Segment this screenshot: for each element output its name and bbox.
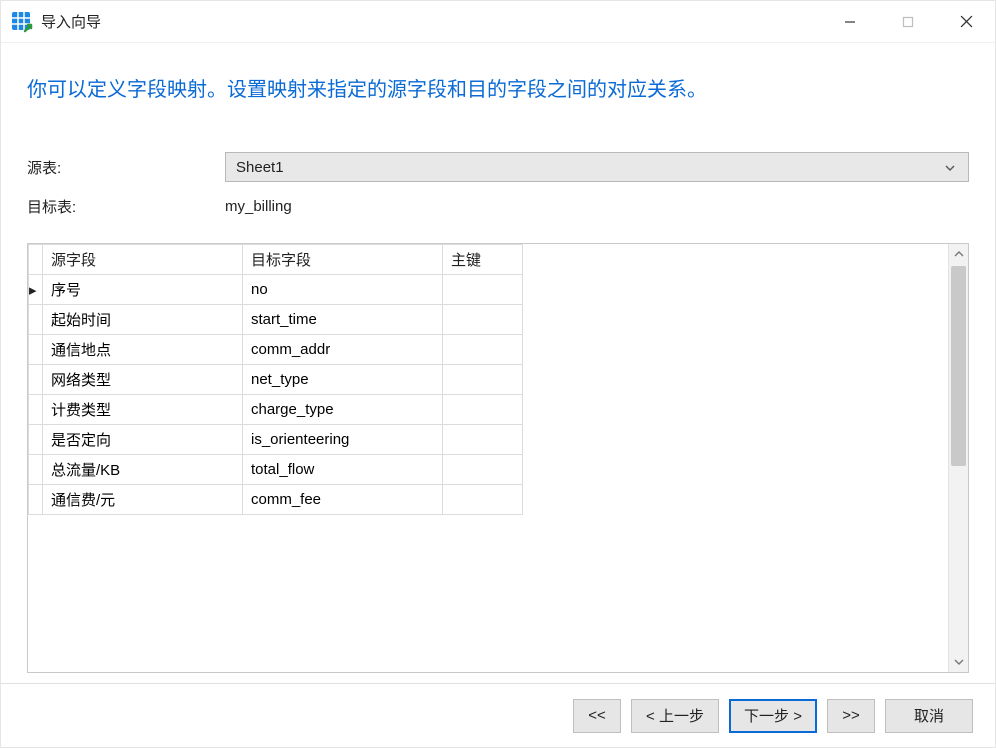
source-field-cell[interactable]: 是否定向 [43, 425, 243, 455]
wizard-footer: << < 上一步 下一步 > >> 取消 [1, 683, 995, 747]
pk-cell[interactable] [443, 305, 523, 335]
close-button[interactable] [937, 1, 995, 43]
source-field-cell[interactable]: 起始时间 [43, 305, 243, 335]
titlebar: 导入向导 [1, 1, 995, 43]
scroll-up-icon[interactable] [949, 244, 968, 264]
row-marker [29, 485, 43, 515]
source-field-cell[interactable]: 网络类型 [43, 365, 243, 395]
mapping-table-container: 源字段 目标字段 主键 ▸序号no起始时间start_time通信地点comm_… [27, 243, 969, 673]
source-field-cell[interactable]: 通信费/元 [43, 485, 243, 515]
maximize-button [879, 1, 937, 43]
vertical-scrollbar[interactable] [948, 244, 968, 672]
row-marker [29, 425, 43, 455]
source-field-cell[interactable]: 序号 [43, 275, 243, 305]
mapping-table: 源字段 目标字段 主键 ▸序号no起始时间start_time通信地点comm_… [28, 244, 523, 515]
target-field-cell[interactable]: comm_fee [243, 485, 443, 515]
table-header-row: 源字段 目标字段 主键 [29, 245, 523, 275]
row-marker: ▸ [29, 275, 43, 305]
table-row[interactable]: 通信费/元comm_fee [29, 485, 523, 515]
source-table-dropdown[interactable]: Sheet1 [225, 152, 969, 182]
window-title: 导入向导 [41, 11, 101, 32]
pk-cell[interactable] [443, 455, 523, 485]
header-target[interactable]: 目标字段 [243, 245, 443, 275]
source-field-cell[interactable]: 通信地点 [43, 335, 243, 365]
table-row[interactable]: 通信地点comm_addr [29, 335, 523, 365]
source-table-label: 源表: [27, 157, 225, 178]
pk-cell[interactable] [443, 395, 523, 425]
row-marker [29, 455, 43, 485]
instruction-text: 你可以定义字段映射。设置映射来指定的源字段和目的字段之间的对应关系。 [27, 73, 969, 102]
row-marker [29, 305, 43, 335]
table-row[interactable]: 网络类型net_type [29, 365, 523, 395]
target-table-row: 目标表: my_billing [27, 196, 969, 217]
target-field-cell[interactable]: is_orienteering [243, 425, 443, 455]
target-field-cell[interactable]: charge_type [243, 395, 443, 425]
header-source[interactable]: 源字段 [43, 245, 243, 275]
chevron-down-icon [942, 160, 958, 174]
target-field-cell[interactable]: net_type [243, 365, 443, 395]
target-table-label: 目标表: [27, 196, 225, 217]
source-field-cell[interactable]: 总流量/KB [43, 455, 243, 485]
source-table-row: 源表: Sheet1 [27, 152, 969, 182]
table-row[interactable]: 是否定向is_orienteering [29, 425, 523, 455]
scroll-thumb[interactable] [951, 266, 966, 466]
pk-cell[interactable] [443, 335, 523, 365]
import-wizard-window: 导入向导 你可以定义字段映射。设置映射来指定的源字段和目的字段之间的对应关系。 … [0, 0, 996, 748]
last-button[interactable]: >> [827, 699, 875, 733]
target-field-cell[interactable]: comm_addr [243, 335, 443, 365]
target-field-cell[interactable]: total_flow [243, 455, 443, 485]
row-marker [29, 335, 43, 365]
header-pk[interactable]: 主键 [443, 245, 523, 275]
row-marker [29, 395, 43, 425]
table-row[interactable]: 起始时间start_time [29, 305, 523, 335]
pk-cell[interactable] [443, 425, 523, 455]
table-row[interactable]: 计费类型charge_type [29, 395, 523, 425]
content-area: 你可以定义字段映射。设置映射来指定的源字段和目的字段之间的对应关系。 源表: S… [1, 43, 995, 683]
cancel-button[interactable]: 取消 [885, 699, 973, 733]
minimize-button[interactable] [821, 1, 879, 43]
pk-cell[interactable] [443, 365, 523, 395]
next-button[interactable]: 下一步 > [729, 699, 817, 733]
row-marker [29, 365, 43, 395]
target-table-value: my_billing [225, 198, 292, 215]
source-field-cell[interactable]: 计费类型 [43, 395, 243, 425]
table-row[interactable]: ▸序号no [29, 275, 523, 305]
scroll-down-icon[interactable] [949, 652, 968, 672]
pk-cell[interactable] [443, 275, 523, 305]
pk-cell[interactable] [443, 485, 523, 515]
source-table-value: Sheet1 [236, 159, 942, 176]
app-icon [11, 11, 33, 33]
table-row[interactable]: 总流量/KBtotal_flow [29, 455, 523, 485]
header-marker [29, 245, 43, 275]
target-field-cell[interactable]: no [243, 275, 443, 305]
target-field-cell[interactable]: start_time [243, 305, 443, 335]
mapping-table-body: 源字段 目标字段 主键 ▸序号no起始时间start_time通信地点comm_… [28, 244, 948, 672]
prev-button[interactable]: < 上一步 [631, 699, 719, 733]
first-button[interactable]: << [573, 699, 621, 733]
